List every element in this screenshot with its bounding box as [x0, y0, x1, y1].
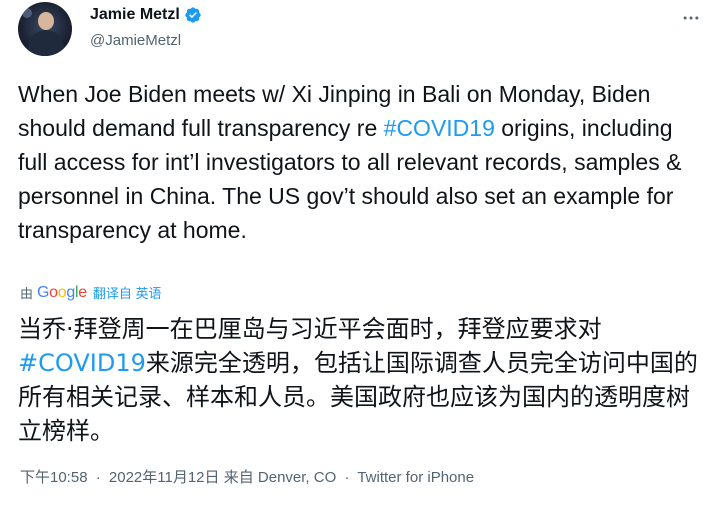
author-handle[interactable]: @JamieMetzl — [90, 32, 181, 49]
meta-separator: · — [344, 469, 350, 486]
tweet-client[interactable]: Twitter for iPhone — [357, 469, 474, 486]
translation-attribution: 由 Google 翻译自 英语 — [20, 283, 162, 302]
from-label: 来自 — [223, 469, 254, 486]
tweet-text: When Joe Biden meets w/ Xi Jinping in Ba… — [18, 77, 708, 247]
tweet-location[interactable]: Denver, CO — [258, 469, 336, 486]
translated-by-label: 由 — [20, 286, 34, 301]
avatar[interactable] — [18, 2, 72, 56]
translated-hashtag-link[interactable]: #COVID19 — [18, 349, 146, 377]
tweet-meta: 下午10:58 · 2022年11月12日 来自 Denver, CO · Tw… — [20, 466, 474, 487]
verified-badge-icon — [184, 6, 202, 24]
google-logo: Google — [37, 283, 87, 301]
translated-from-link[interactable]: 翻译自 英语 — [93, 283, 162, 302]
hashtag-link[interactable]: #COVID19 — [384, 115, 495, 141]
author-name-row: Jamie Metzl — [90, 6, 202, 24]
tweet-date[interactable]: 2022年11月12日 — [109, 469, 220, 486]
more-options-icon[interactable] — [679, 6, 703, 30]
translated-text-part: 当乔·拜登周一在巴厘岛与习近平会面时，拜登应要求对 — [18, 315, 602, 343]
translated-tweet-text: 当乔·拜登周一在巴厘岛与习近平会面时，拜登应要求对#COVID19来源完全透明，… — [18, 312, 708, 448]
meta-separator: · — [95, 469, 101, 486]
tweet-card: Jamie Metzl @JamieMetzl When Joe Biden m… — [0, 0, 719, 513]
author-display-name[interactable]: Jamie Metzl — [90, 6, 180, 24]
tweet-time[interactable]: 下午10:58 — [20, 469, 88, 486]
